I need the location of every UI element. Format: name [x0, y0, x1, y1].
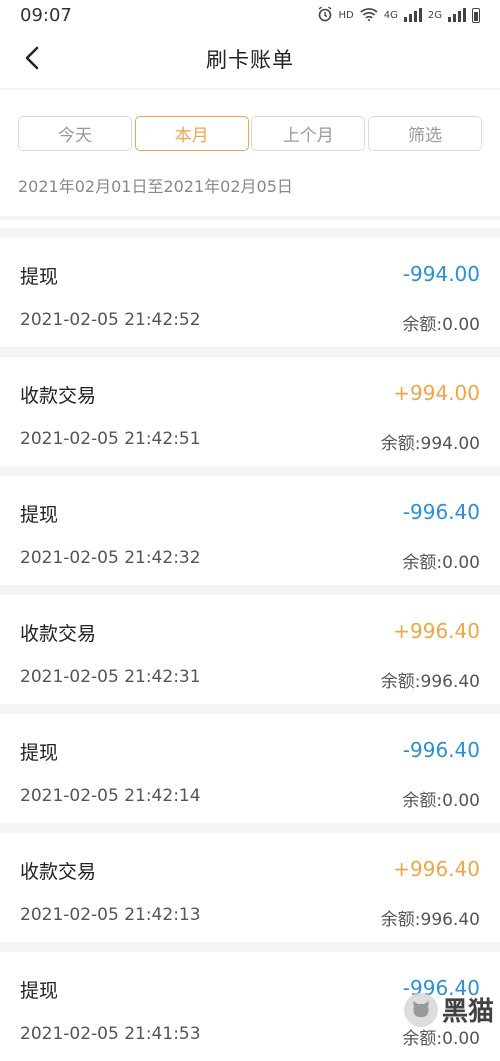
record-amount: -994.00 — [402, 262, 480, 286]
list-item[interactable]: 提现 -996.40 2021-02-05 21:42:14 余额:0.00 — [0, 714, 500, 823]
record-time: 2021-02-05 21:42:32 — [20, 548, 201, 568]
record-balance: 余额:0.00 — [402, 315, 480, 335]
record-amount: -996.40 — [402, 500, 480, 524]
record-time: 2021-02-05 21:42:14 — [20, 786, 201, 806]
record-type: 提现 — [20, 742, 59, 764]
filter-tabs: 今天 本月 上个月 筛选 — [18, 116, 482, 151]
network-4g-label: 4G — [383, 9, 398, 21]
status-bar: 09:07 HD 4G 2G — [0, 0, 500, 30]
record-type: 提现 — [20, 504, 59, 526]
record-type: 收款交易 — [20, 623, 97, 645]
record-balance: 余额:0.00 — [402, 553, 480, 573]
record-time: 2021-02-05 21:42:51 — [20, 429, 201, 449]
back-button[interactable] — [18, 44, 46, 72]
tab-last-month[interactable]: 上个月 — [251, 116, 366, 151]
date-range-label: 2021年02月01日至2021年02月05日 — [18, 177, 293, 196]
battery-icon — [472, 7, 480, 23]
record-amount: +996.40 — [393, 619, 480, 643]
wifi-icon — [360, 7, 378, 24]
record-balance: 余额:994.00 — [380, 434, 480, 454]
record-balance: 余额:0.00 — [402, 791, 480, 811]
list-item[interactable]: 收款交易 +996.40 2021-02-05 21:42:13 余额:996.… — [0, 833, 500, 942]
transaction-list: 提现 -994.00 2021-02-05 21:42:52 余额:0.00 收… — [0, 220, 500, 1061]
alarm-icon — [317, 5, 333, 25]
tab-this-month[interactable]: 本月 — [134, 116, 249, 151]
record-balance: 余额:996.40 — [380, 672, 480, 692]
record-time: 2021-02-05 21:42:13 — [20, 905, 201, 925]
cat-logo-icon — [403, 992, 438, 1027]
signal-icon — [403, 8, 422, 22]
record-amount: -996.40 — [402, 738, 480, 762]
page-title: 刷卡账单 — [206, 48, 294, 72]
record-type: 收款交易 — [20, 385, 97, 407]
filter-panel: 今天 本月 上个月 筛选 2021年02月01日至2021年02月05日 — [0, 90, 500, 216]
list-divider — [0, 220, 500, 228]
tab-today[interactable]: 今天 — [18, 116, 132, 151]
status-time: 09:07 — [20, 4, 72, 26]
record-type: 收款交易 — [20, 861, 97, 883]
watermark-logo: 黑猫 — [403, 991, 494, 1028]
record-amount: +994.00 — [393, 381, 480, 405]
app-header: 刷卡账单 — [0, 30, 500, 88]
record-type: 提现 — [20, 980, 59, 1002]
watermark-text: 黑猫 — [441, 997, 494, 1027]
list-item[interactable]: 收款交易 +994.00 2021-02-05 21:42:51 余额:994.… — [0, 357, 500, 466]
list-item[interactable]: 收款交易 +996.40 2021-02-05 21:42:31 余额:996.… — [0, 595, 500, 704]
list-item[interactable]: 提现 -994.00 2021-02-05 21:42:52 余额:0.00 — [0, 238, 500, 347]
record-balance: 余额:996.40 — [380, 910, 480, 930]
tab-filter[interactable]: 筛选 — [367, 116, 482, 151]
record-time: 2021-02-05 21:42:31 — [20, 667, 201, 687]
list-item[interactable]: 提现 -996.40 2021-02-05 21:42:32 余额:0.00 — [0, 476, 500, 585]
chevron-left-icon — [25, 46, 39, 70]
hd-indicator: HD — [338, 9, 354, 21]
status-icons: HD 4G 2G — [317, 5, 480, 25]
network-2g-label: 2G — [427, 9, 442, 21]
record-time: 2021-02-05 21:42:52 — [20, 310, 201, 330]
record-type: 提现 — [20, 266, 59, 288]
record-time: 2021-02-05 21:41:53 — [20, 1024, 201, 1044]
record-amount: +996.40 — [393, 857, 480, 881]
signal-icon-2 — [448, 8, 466, 22]
